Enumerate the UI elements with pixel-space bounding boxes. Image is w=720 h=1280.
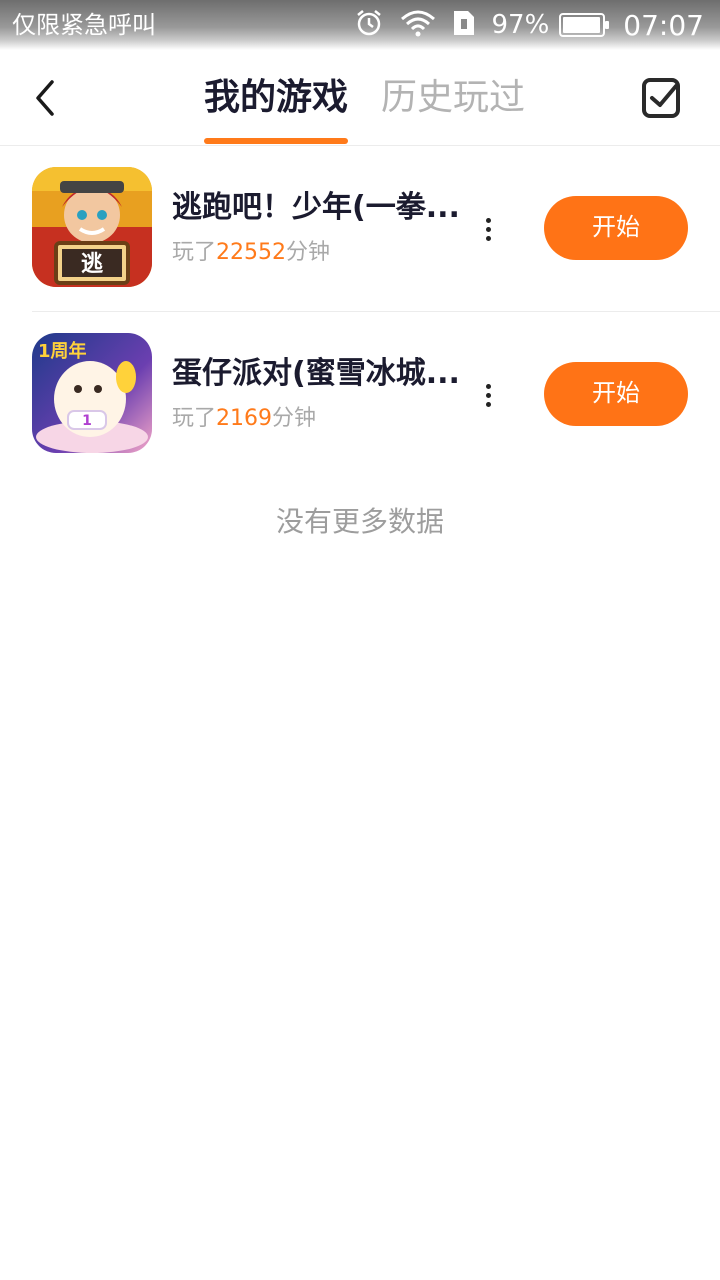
playtime-suffix: 分钟	[286, 240, 331, 265]
svg-text:1: 1	[82, 413, 92, 429]
start-button[interactable]: 开始	[544, 362, 688, 426]
dot	[486, 402, 491, 407]
dot	[486, 393, 491, 398]
no-more-data-text: 没有更多数据	[275, 505, 444, 538]
battery-percent: 97%	[491, 10, 550, 40]
status-bar: 仅限紧急呼叫 97% 07:07	[0, 0, 720, 50]
game-title: 蛋仔派对(蜜雪冰城...	[172, 356, 460, 391]
top-nav: 我的游戏 历史玩过	[0, 50, 720, 146]
checkbox-icon	[642, 78, 680, 118]
dot	[486, 218, 491, 223]
clock: 07:07	[623, 8, 704, 42]
start-button[interactable]: 开始	[544, 196, 688, 260]
svg-text:1周年: 1周年	[38, 340, 87, 362]
alarm-icon	[354, 8, 384, 42]
playtime-prefix: 玩了	[172, 240, 217, 265]
status-icons: 97% 07:07	[354, 8, 704, 42]
playtime-minutes: 2169	[216, 406, 273, 431]
dot	[486, 384, 491, 389]
more-options-icon[interactable]	[478, 210, 498, 250]
game-list-item[interactable]: 1周年 1 蛋仔派对(蜜雪冰城... 玩了2169分钟 开始	[32, 312, 720, 478]
game-title: 逃跑吧！少年(一拳...	[172, 190, 460, 225]
svg-text:逃: 逃	[81, 252, 104, 277]
game-playtime: 玩了2169分钟	[172, 404, 316, 434]
select-button[interactable]	[638, 74, 686, 122]
tab-my-games[interactable]: 我的游戏	[204, 76, 348, 120]
tab-history[interactable]: 历史玩过	[381, 76, 525, 120]
wifi-icon	[400, 9, 436, 41]
sim-icon	[452, 9, 476, 41]
more-options-icon[interactable]	[478, 376, 498, 416]
dot	[486, 227, 491, 232]
game-icon-danzai[interactable]: 1周年 1	[32, 333, 152, 453]
playtime-suffix: 分钟	[272, 406, 317, 431]
playtime-minutes: 22552	[216, 240, 287, 265]
playtime-prefix: 玩了	[172, 406, 217, 431]
battery-fill	[563, 17, 601, 33]
tab-indicator	[204, 138, 348, 144]
game-list-item[interactable]: 逃 逃跑吧！少年(一拳... 玩了22552分钟 开始	[32, 146, 720, 312]
game-icon-taopaoba[interactable]: 逃	[32, 167, 152, 287]
carrier-text: 仅限紧急呼叫	[12, 11, 156, 39]
game-playtime: 玩了22552分钟	[172, 238, 330, 268]
back-button[interactable]	[26, 76, 70, 120]
back-arrow-icon	[36, 80, 54, 116]
battery-icon	[559, 13, 610, 37]
dot	[486, 236, 491, 241]
